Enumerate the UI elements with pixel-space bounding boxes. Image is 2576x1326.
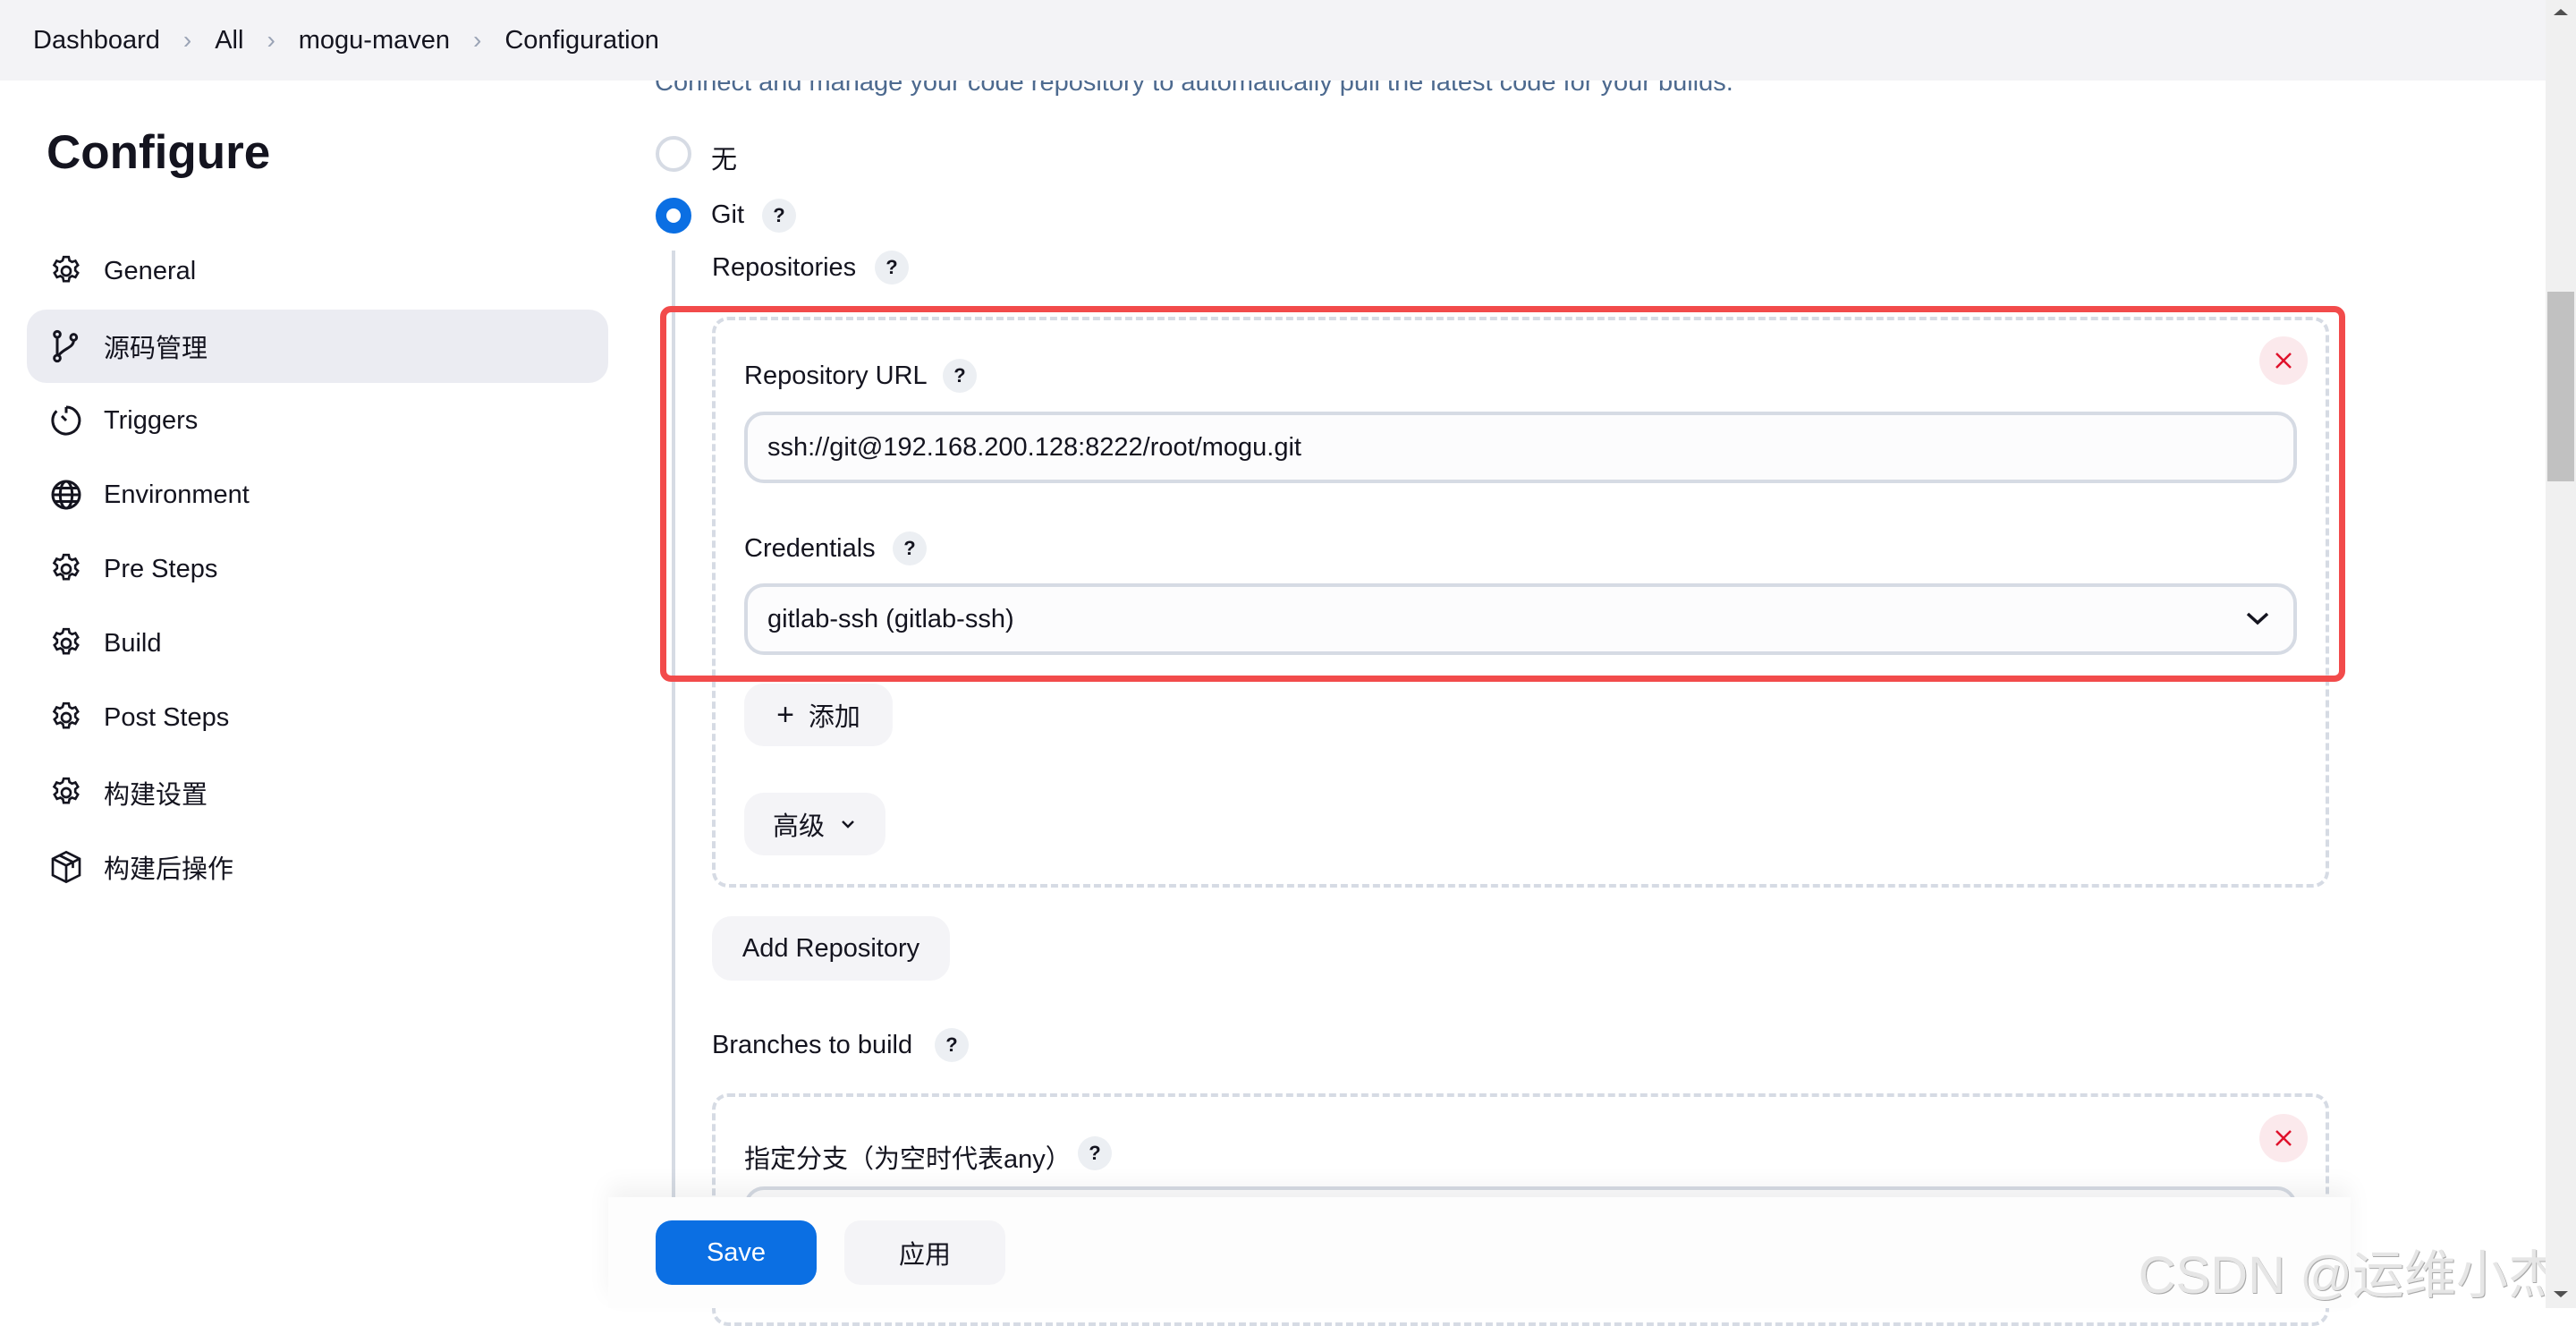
git-branch-icon bbox=[47, 327, 86, 366]
plus-icon: + bbox=[776, 697, 794, 732]
globe-icon bbox=[47, 475, 86, 514]
sidebar-item-post-steps[interactable]: Post Steps bbox=[27, 681, 608, 754]
sidebar-item-label: 构建后操作 bbox=[104, 855, 234, 884]
scrollbar[interactable] bbox=[2546, 0, 2576, 1308]
chevron-down-icon bbox=[2246, 612, 2269, 625]
package-icon bbox=[47, 847, 86, 887]
chevron-down-icon bbox=[842, 820, 854, 829]
sidebar-item-label: Post Steps bbox=[104, 702, 230, 732]
radio-none-label: 无 bbox=[711, 146, 738, 174]
scrollbar-thumb[interactable] bbox=[2547, 292, 2574, 481]
scroll-up-arrow-icon[interactable] bbox=[2554, 9, 2568, 15]
sidebar-item-environment[interactable]: Environment bbox=[27, 458, 608, 531]
timer-icon bbox=[47, 401, 86, 440]
breadcrumb-configuration[interactable]: Configuration bbox=[504, 26, 659, 55]
help-icon[interactable]: ? bbox=[762, 199, 796, 233]
repository-url-input[interactable]: ssh://git@192.168.200.128:8222/root/mogu… bbox=[744, 412, 2297, 483]
sidebar-item-general[interactable]: General bbox=[27, 234, 608, 308]
chevron-right-icon: › bbox=[267, 26, 275, 54]
sidebar-item-build-settings[interactable]: 构建设置 bbox=[27, 756, 608, 829]
repository-url-label: Repository URL bbox=[744, 361, 928, 390]
radio-none[interactable] bbox=[656, 136, 691, 172]
sidebar-item-post-build-actions[interactable]: 构建后操作 bbox=[27, 830, 608, 904]
close-icon bbox=[2275, 353, 2292, 369]
help-icon[interactable]: ? bbox=[893, 531, 927, 565]
credentials-select[interactable]: gitlab-ssh (gitlab-ssh) bbox=[744, 583, 2297, 655]
close-icon bbox=[2275, 1130, 2292, 1146]
advanced-label: 高级 bbox=[772, 812, 825, 841]
advanced-button[interactable]: 高级 bbox=[744, 793, 886, 855]
delete-branch-button[interactable] bbox=[2259, 1114, 2308, 1162]
help-icon[interactable]: ? bbox=[875, 251, 909, 285]
add-repository-button[interactable]: Add Repository bbox=[712, 916, 950, 981]
gear-icon bbox=[47, 698, 86, 737]
branch-specifier-label: 指定分支（为空时代表any） bbox=[744, 1145, 1072, 1174]
sidebar-item-triggers[interactable]: Triggers bbox=[27, 384, 608, 457]
sidebar-item-label: Triggers bbox=[104, 405, 199, 435]
scroll-down-arrow-icon[interactable] bbox=[2554, 1291, 2568, 1297]
help-icon[interactable]: ? bbox=[1078, 1136, 1112, 1170]
sidebar-item-label: Pre Steps bbox=[104, 554, 218, 583]
section-indent-line bbox=[672, 251, 675, 1199]
add-credentials-button[interactable]: + 添加 bbox=[744, 684, 893, 746]
add-credentials-label: 添加 bbox=[808, 703, 860, 732]
branches-label: Branches to build bbox=[712, 1031, 913, 1059]
delete-repository-button[interactable] bbox=[2259, 336, 2308, 385]
sidebar-item-label: General bbox=[104, 256, 197, 285]
chevron-right-icon: › bbox=[182, 26, 192, 54]
gear-icon bbox=[47, 549, 86, 589]
sidebar-item-pre-steps[interactable]: Pre Steps bbox=[27, 532, 608, 606]
radio-git[interactable] bbox=[656, 198, 691, 234]
help-icon[interactable]: ? bbox=[943, 359, 977, 393]
breadcrumb-all[interactable]: All bbox=[215, 26, 243, 55]
chevron-right-icon: › bbox=[473, 26, 482, 54]
credentials-value: gitlab-ssh (gitlab-ssh) bbox=[767, 604, 1014, 633]
gear-icon bbox=[47, 624, 86, 663]
sidebar-item-label: 构建设置 bbox=[104, 781, 208, 810]
credentials-label: Credentials bbox=[744, 534, 876, 563]
add-repository-label: Add Repository bbox=[741, 933, 920, 963]
sidebar-item-source-management[interactable]: 源码管理 bbox=[27, 310, 608, 383]
breadcrumb: Dashboard › All › mogu-maven › Configura… bbox=[0, 0, 2547, 81]
gear-icon bbox=[47, 773, 86, 812]
breadcrumb-project[interactable]: mogu-maven bbox=[299, 26, 450, 55]
help-icon[interactable]: ? bbox=[935, 1028, 969, 1062]
repository-url-value: ssh://git@192.168.200.128:8222/root/mogu… bbox=[767, 432, 1301, 462]
page-title: Configure bbox=[47, 126, 271, 179]
repositories-label: Repositories bbox=[712, 253, 857, 282]
sidebar-item-build[interactable]: Build bbox=[27, 607, 608, 680]
sidebar-item-label: Environment bbox=[104, 480, 250, 509]
apply-button[interactable]: 应用 bbox=[844, 1220, 1005, 1285]
breadcrumb-dashboard[interactable]: Dashboard bbox=[33, 26, 160, 55]
gear-icon bbox=[47, 251, 86, 291]
save-button[interactable]: Save bbox=[656, 1220, 817, 1285]
sidebar-item-label: Build bbox=[104, 628, 162, 658]
sidebar-item-label: 源码管理 bbox=[104, 335, 208, 363]
watermark: CSDN @运维小杰 bbox=[2138, 1246, 2560, 1305]
radio-git-label: Git bbox=[711, 200, 745, 229]
